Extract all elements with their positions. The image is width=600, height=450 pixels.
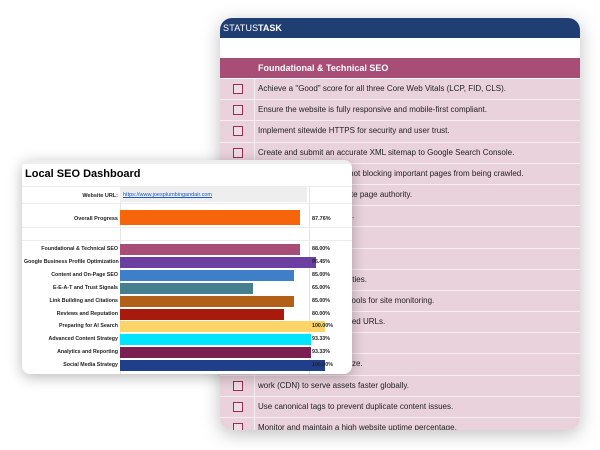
category-label: Google Business Profile Optimization xyxy=(24,258,119,265)
category-row: Analytics and Reporting 93.33% xyxy=(22,346,352,359)
category-percent: 85.00% xyxy=(312,297,330,304)
task-checkbox[interactable] xyxy=(233,105,243,116)
category-row: E-E-A-T and Trust Signals 65.00% xyxy=(22,282,352,294)
dashboard-title: Local SEO Dashboard xyxy=(25,168,141,180)
category-progress-bar xyxy=(120,334,312,346)
category-percent: 80.00% xyxy=(312,310,330,317)
overall-progress-bar xyxy=(120,210,300,225)
task-checkbox[interactable] xyxy=(233,380,243,391)
seo-dashboard-sheet: Local SEO Dashboard Website URL: https:/… xyxy=(22,160,352,374)
category-progress-bar xyxy=(120,282,254,294)
task-checkbox[interactable] xyxy=(233,84,243,94)
category-progress-bar xyxy=(120,321,325,333)
task-checkbox[interactable] xyxy=(233,126,243,137)
overall-progress-percent: 87.76% xyxy=(312,216,331,222)
status-cell xyxy=(220,375,255,396)
grid-line xyxy=(22,240,352,241)
category-row: Foundational & Technical SEO 88.00% xyxy=(22,243,352,255)
task-text: Use canonical tags to prevent duplicate … xyxy=(258,401,454,411)
status-column-header: STATUS xyxy=(223,23,259,33)
sheet-column-strip xyxy=(22,160,352,164)
task-checkbox[interactable] xyxy=(233,423,243,430)
task-text: Implement sitewide HTTPS for security an… xyxy=(258,126,450,136)
section-header-foundational: Foundational & Technical SEO xyxy=(220,58,580,78)
category-progress-bar xyxy=(120,308,284,320)
task-text: Create and submit an accurate XML sitema… xyxy=(258,147,515,157)
website-url-cell[interactable]: https://www.joesplumbingandair.com xyxy=(120,187,307,202)
task-checkbox[interactable] xyxy=(233,147,243,158)
category-label: E-E-A-T and Trust Signals xyxy=(52,284,118,291)
category-percent: 95.45% xyxy=(312,258,330,265)
task-column-header: TASK xyxy=(258,23,282,33)
status-cell xyxy=(220,79,255,100)
website-url-label: Website URL: xyxy=(82,193,118,199)
category-percent: 85.00% xyxy=(312,271,330,278)
task-row: Use canonical tags to prevent duplicate … xyxy=(220,396,580,418)
task-row: Implement sitewide HTTPS for security an… xyxy=(220,121,580,143)
task-row: Achieve a "Good" score for all three Cor… xyxy=(220,79,580,101)
category-label: Reviews and Reputation xyxy=(56,310,118,317)
task-row: work (CDN) to serve assets faster global… xyxy=(220,375,580,397)
category-row: Google Business Profile Optimization 95.4… xyxy=(22,256,352,268)
category-label: Foundational & Technical SEO xyxy=(41,246,118,252)
category-label: Preparing for AI Search xyxy=(59,323,118,330)
category-progress-bar xyxy=(120,347,312,359)
category-progress-bar xyxy=(120,269,295,281)
grid-line xyxy=(22,203,352,204)
category-row: Preparing for AI Search 100.00% xyxy=(22,320,352,333)
task-text: Ensure the website is fully responsive a… xyxy=(258,105,487,115)
status-cell xyxy=(220,121,255,142)
status-cell xyxy=(220,100,255,121)
category-percent: 88.00% xyxy=(312,246,330,252)
category-percent: 100.00% xyxy=(312,362,333,369)
task-text: Achieve a "Good" score for all three Cor… xyxy=(258,84,507,93)
category-progress-bar xyxy=(120,360,325,372)
category-label: Link Building and Citations xyxy=(49,297,118,304)
grid-line xyxy=(22,227,352,228)
category-label: Social Media Strategy xyxy=(63,362,118,369)
task-text: work (CDN) to serve assets faster global… xyxy=(258,380,410,390)
status-cell xyxy=(220,396,255,417)
website-url-link[interactable]: https://www.joesplumbingandair.com xyxy=(123,192,212,198)
category-label: Analytics and Reporting xyxy=(57,349,118,356)
category-row: Link Building and Citations 85.00% xyxy=(22,295,352,307)
category-percent: 93.33% xyxy=(312,349,330,356)
overall-progress-label: Overall Progress xyxy=(73,216,118,222)
task-checkbox[interactable] xyxy=(233,401,243,412)
category-label: Advanced Content Strategy xyxy=(48,336,118,343)
status-cell xyxy=(220,418,255,430)
category-row: Advanced Content Strategy 93.33% xyxy=(22,333,352,346)
task-text: Monitor and maintain a high website upti… xyxy=(258,423,457,430)
category-progress-bar xyxy=(120,244,301,255)
category-percent: 65.00% xyxy=(312,284,330,291)
task-row: Ensure the website is fully responsive a… xyxy=(220,100,580,122)
category-label: Content and On-Page SEO xyxy=(51,271,118,278)
category-row: Reviews and Reputation 80.00% xyxy=(22,308,352,320)
category-progress-bar xyxy=(120,256,316,268)
category-row: Social Media Strategy 100.00% xyxy=(22,359,352,372)
task-table-header: STATUS TASK xyxy=(220,18,580,38)
category-percent: 93.33% xyxy=(312,336,330,343)
section-title: Foundational & Technical SEO xyxy=(258,63,389,73)
category-progress-bar xyxy=(120,295,295,307)
task-row: Monitor and maintain a high website upti… xyxy=(220,418,580,430)
category-row: Content and On-Page SEO 85.00% xyxy=(22,269,352,281)
category-percent: 100.00% xyxy=(312,323,333,330)
